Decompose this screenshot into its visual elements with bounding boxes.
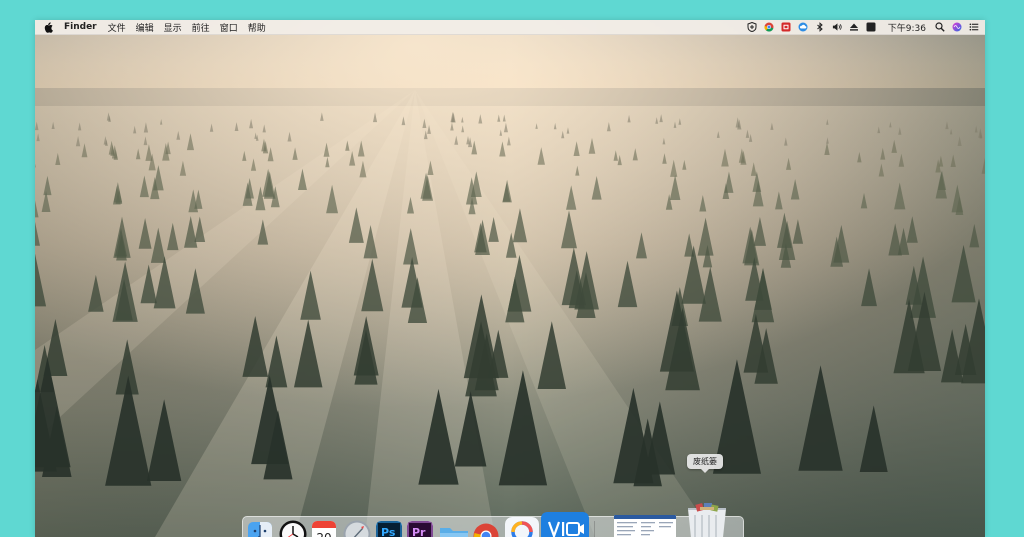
- app-name-finder[interactable]: Finder: [64, 22, 97, 32]
- dock-tooltip: 废纸篓: [687, 454, 723, 473]
- dark-square-icon[interactable]: [866, 22, 876, 32]
- chrome-icon[interactable]: [764, 22, 774, 32]
- volume-icon[interactable]: [832, 22, 842, 32]
- dock-separator: [594, 521, 595, 537]
- premiere-label: Pr: [412, 526, 426, 537]
- calendar-day: 20: [316, 531, 331, 537]
- search-icon[interactable]: [935, 22, 945, 32]
- menu-go[interactable]: 前往: [192, 21, 210, 34]
- video-app-icon[interactable]: [541, 512, 589, 537]
- photoshop-label: Ps: [381, 526, 396, 537]
- photoshop-icon[interactable]: Ps: [376, 521, 402, 537]
- status-area: 下午9:36: [740, 20, 979, 34]
- notification-list-icon[interactable]: [969, 22, 979, 32]
- menu-help[interactable]: 帮助: [248, 21, 266, 34]
- bluetooth-icon[interactable]: [815, 22, 825, 32]
- pinwheel-app-icon[interactable]: [505, 517, 539, 537]
- menu-file[interactable]: 文件: [108, 21, 126, 34]
- cloud-icon[interactable]: [798, 22, 808, 32]
- calendar-icon[interactable]: 20: [312, 521, 336, 537]
- finder-icon[interactable]: [248, 522, 272, 537]
- folder-icon[interactable]: [439, 525, 469, 537]
- dock: 20 Ps Pr: [242, 503, 744, 537]
- eject-icon[interactable]: [849, 22, 859, 32]
- red-app-icon[interactable]: [781, 22, 791, 32]
- menu-window[interactable]: 窗口: [220, 21, 238, 34]
- trash-icon[interactable]: [684, 503, 730, 537]
- siri-icon[interactable]: [952, 22, 962, 32]
- clock-app-icon[interactable]: [279, 520, 307, 537]
- menu-view[interactable]: 显示: [164, 21, 182, 34]
- menubar-clock[interactable]: 下午9:36: [888, 21, 926, 34]
- desktop-screen: Finder 文件 编辑 显示 前往 窗口 帮助 下午9:36 废纸篓 Ps P…: [35, 20, 985, 537]
- desktop-wallpaper: [35, 20, 985, 537]
- shield-icon[interactable]: [747, 22, 757, 32]
- document-window-thumbnail[interactable]: [614, 515, 676, 537]
- rocket-launchpad-icon[interactable]: [343, 520, 371, 537]
- menu-edit[interactable]: 编辑: [136, 21, 154, 34]
- chrome-dock-icon[interactable]: [473, 523, 499, 537]
- menu-bar: Finder 文件 编辑 显示 前往 窗口 帮助 下午9:36: [35, 20, 985, 35]
- premiere-icon[interactable]: Pr: [407, 521, 433, 537]
- apple-icon[interactable]: [44, 21, 55, 33]
